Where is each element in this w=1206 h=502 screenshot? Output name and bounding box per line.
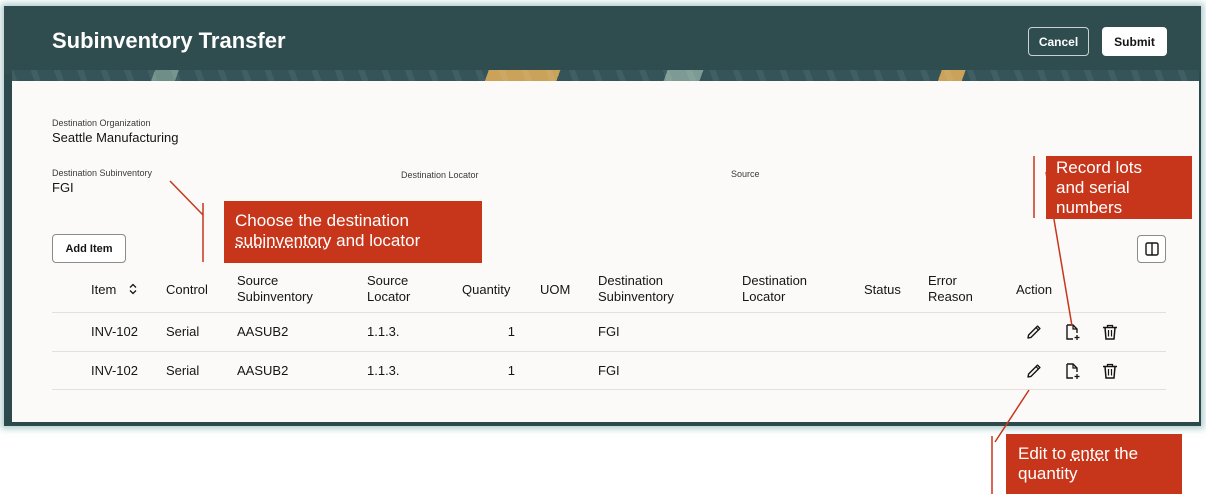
column-header-destination-locator: Destination Locator	[742, 273, 808, 304]
destination-organization-value[interactable]: Seattle Manufacturing	[52, 130, 178, 145]
cell-control: Serial	[166, 324, 200, 339]
column-header-quantity: Quantity	[462, 282, 511, 297]
destination-subinventory-field[interactable]: FGI	[52, 180, 74, 195]
callout-edit-quantity: Edit to enter the quantity	[1006, 434, 1182, 494]
document-add-icon[interactable]	[1062, 361, 1082, 381]
callout-destination: Choose the destination subinventory and …	[224, 201, 482, 263]
cell-source-subinventory: AASUB2	[237, 324, 289, 339]
row-divider	[52, 351, 1166, 352]
delete-icon[interactable]	[1100, 361, 1120, 381]
callout-lots-line2: and serial	[1056, 178, 1130, 197]
add-item-button[interactable]: Add Item	[52, 234, 126, 263]
column-header-error-reason: Error Reason	[928, 273, 973, 304]
column-header-action: Action	[1016, 282, 1053, 297]
callout-edit-line1: Edit to enter the	[1018, 444, 1139, 463]
edit-icon[interactable]	[1024, 322, 1044, 342]
column-header-source-subinventory: Source Subinventory	[237, 273, 313, 304]
destination-locator-field[interactable]	[401, 182, 701, 196]
column-header-uom: UOM	[540, 282, 571, 297]
row-divider	[52, 389, 1166, 390]
cell-item: INV-102	[91, 363, 138, 378]
destination-organization-label: Destination Organization	[52, 118, 151, 128]
cell-control: Serial	[166, 363, 200, 378]
callout-lots-line1: Record lots	[1056, 158, 1142, 177]
page-title: Subinventory Transfer	[52, 28, 286, 53]
cell-item: INV-102	[91, 324, 138, 339]
cell-quantity: 1	[507, 324, 515, 339]
edit-icon[interactable]	[1024, 361, 1044, 381]
cell-quantity: 1	[507, 363, 515, 378]
cancel-button[interactable]: Cancel	[1028, 27, 1089, 56]
callout-edit-line2: quantity	[1018, 464, 1078, 483]
document-add-icon[interactable]	[1062, 322, 1082, 342]
column-header-status: Status	[864, 282, 901, 297]
delete-icon[interactable]	[1100, 322, 1120, 342]
submit-button[interactable]: Submit	[1102, 27, 1167, 56]
source-label: Source	[731, 169, 760, 179]
sort-icon[interactable]	[128, 283, 138, 295]
callout-destination-line1: Choose the destination	[235, 211, 409, 230]
cell-source-locator: 1.1.3.	[367, 324, 400, 339]
column-header-item[interactable]: Item	[91, 282, 138, 298]
cell-destination-subinventory: FGI	[598, 324, 620, 339]
cell-destination-subinventory: FGI	[598, 363, 620, 378]
destination-subinventory-label: Destination Subinventory	[52, 168, 153, 178]
columns-button[interactable]	[1137, 235, 1166, 263]
cell-source-subinventory: AASUB2	[237, 363, 289, 378]
source-field[interactable]	[731, 181, 991, 195]
destination-locator-label: Destination Locator	[401, 170, 479, 180]
column-header-destination-subinventory: Destination Subinventory	[598, 273, 674, 304]
column-header-control: Control	[166, 282, 208, 297]
callout-destination-line2: subinventory and locator	[235, 231, 421, 250]
row-divider	[52, 312, 1166, 313]
callout-lots-serials: Record lots and serial numbers	[1046, 156, 1192, 219]
column-header-item-label: Item	[91, 282, 117, 297]
cell-source-locator: 1.1.3.	[367, 363, 400, 378]
callout-lots-line3: numbers	[1056, 198, 1123, 217]
columns-icon	[1144, 242, 1159, 256]
column-header-source-locator: Source Locator	[367, 273, 411, 304]
